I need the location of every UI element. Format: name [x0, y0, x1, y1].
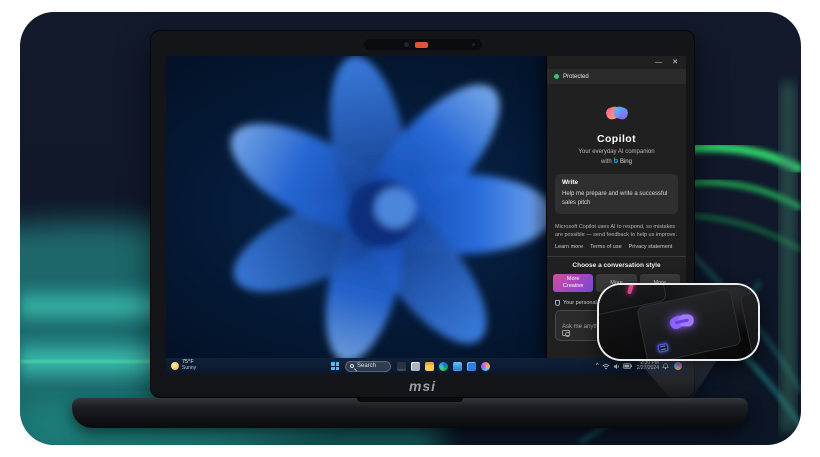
microsoft-store-icon[interactable]: [453, 362, 462, 371]
style-more-creative-button[interactable]: More Creative: [553, 274, 593, 292]
write-card-title: Write: [562, 179, 671, 186]
search-icon: [350, 364, 354, 368]
minimize-icon[interactable]: —: [655, 59, 662, 66]
write-card-body: Help me prepare and write a successful s…: [562, 190, 671, 209]
app-icon-dark[interactable]: [397, 362, 406, 371]
with-label: with: [601, 159, 612, 165]
volume-icon[interactable]: [613, 363, 620, 370]
webcam-module: [364, 39, 482, 50]
outlook-icon[interactable]: [467, 362, 476, 371]
protected-dot-icon: [554, 74, 559, 79]
protected-status-bar: Protected: [547, 69, 686, 84]
legal-links-row: Learn more Terms of use Privacy statemen…: [555, 244, 678, 250]
divider: [547, 256, 686, 257]
protected-label: Protected: [563, 74, 589, 80]
file-explorer-icon[interactable]: [425, 362, 434, 371]
learn-more-link[interactable]: Learn more: [555, 244, 583, 250]
copilot-key-glyph-icon: [667, 309, 697, 334]
style-option-line2: Creative: [563, 283, 583, 290]
privacy-statement-link[interactable]: Privacy statement: [629, 244, 673, 250]
taskbar-search-box[interactable]: Search: [345, 361, 391, 372]
edge-browser-icon[interactable]: [439, 362, 448, 371]
laptop-base: [72, 398, 748, 428]
slash-key-glyph-icon: [627, 283, 637, 294]
battery-icon[interactable]: [623, 363, 632, 369]
ai-disclaimer-text: Microsoft Copilot uses AI to respond, so…: [555, 223, 678, 240]
webcam-indicator-dot: [472, 43, 475, 46]
copilot-app-icon[interactable]: [481, 362, 490, 371]
search-placeholder: Search: [357, 363, 376, 369]
write-suggestion-card[interactable]: Write Help me prepare and write a succes…: [555, 174, 678, 214]
weather-condition: Sunny: [182, 366, 196, 371]
wifi-icon[interactable]: [602, 363, 610, 370]
msi-brand-logo: msi: [151, 378, 694, 394]
taskbar-center-group: Search: [331, 358, 490, 374]
dark-rounded-backdrop: — ✕ Protected: [20, 12, 801, 445]
webcam-lens-icon: [404, 42, 409, 47]
windows-taskbar: 75°F Sunny Search: [166, 358, 686, 374]
marketing-banner: — ✕ Protected: [0, 0, 820, 457]
with-bing-row: with b Bing: [601, 158, 632, 165]
bing-label: Bing: [620, 159, 632, 165]
copilot-hero: Copilot Your everyday AI companion with …: [547, 100, 686, 165]
fn-key-label: Fn: [756, 329, 760, 341]
windows-start-icon[interactable]: [331, 362, 339, 370]
tray-chevron-icon[interactable]: ^: [596, 363, 599, 369]
add-image-icon[interactable]: [562, 330, 570, 336]
conversation-style-heading: Choose a conversation style: [547, 262, 686, 269]
copilot-key-magnifier-inset: Fn: [597, 283, 760, 361]
copilot-titlebar: — ✕: [547, 56, 686, 69]
weather-widget[interactable]: 75°F Sunny: [171, 360, 196, 371]
copilot-key-legend-icon: [657, 343, 668, 353]
pinned-apps: [397, 362, 490, 371]
task-view-icon[interactable]: [411, 362, 420, 371]
close-icon[interactable]: ✕: [672, 59, 678, 66]
sun-icon: [171, 362, 179, 370]
webcam-privacy-shutter-icon: [415, 42, 428, 48]
copilot-title: Copilot: [597, 133, 636, 145]
bing-icon: b: [614, 158, 618, 165]
laptop-hinge-notch: [357, 398, 463, 402]
style-option-line1: More: [567, 276, 580, 283]
terms-of-use-link[interactable]: Terms of use: [590, 244, 621, 250]
shield-icon: [555, 300, 560, 306]
copilot-subtitle: Your everyday AI companion: [578, 149, 654, 155]
copilot-logo-icon: [604, 100, 630, 126]
